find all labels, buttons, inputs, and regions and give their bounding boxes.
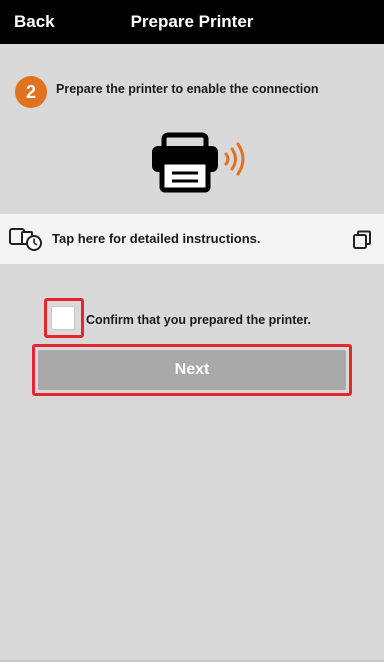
page-title: Prepare Printer bbox=[130, 12, 254, 31]
confirm-label: Confirm that you prepared the printer. bbox=[86, 313, 312, 327]
prepare-printer-screen: Back Prepare Printer 2 Prepare the print… bbox=[0, 0, 384, 662]
device-clock-icon bbox=[9, 228, 42, 251]
confirm-checkbox[interactable] bbox=[51, 306, 75, 330]
copy-icon bbox=[353, 230, 371, 249]
detailed-instructions-label: Tap here for detailed instructions. bbox=[52, 231, 261, 246]
step-number-badge: 2 bbox=[15, 76, 47, 108]
printer-wireless-icon bbox=[152, 132, 245, 193]
detailed-instructions-link[interactable]: Tap here for detailed instructions. bbox=[0, 214, 384, 264]
header-bar: Back Prepare Printer bbox=[0, 0, 384, 44]
next-button[interactable]: Next bbox=[38, 350, 346, 390]
step-instruction-text: Prepare the printer to enable the connec… bbox=[56, 82, 319, 96]
